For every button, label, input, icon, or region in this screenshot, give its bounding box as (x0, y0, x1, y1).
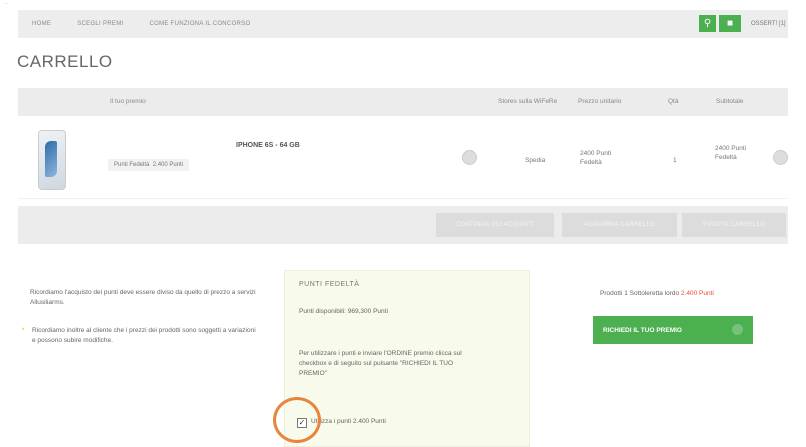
points-value: 2.400 Punti (152, 162, 184, 168)
shipping-cell: Spedia (525, 157, 546, 164)
header-qty: Qtà (668, 98, 679, 105)
header-subtotal: Subtotale (716, 98, 744, 105)
search-icon: ⚲ (703, 18, 712, 29)
remove-item-icon[interactable] (773, 150, 788, 165)
total-value: 2.400 Punti (680, 290, 714, 297)
cart-notes: Ricordiamo l'acquisto dei punti deve ess… (22, 288, 260, 346)
qty-cell[interactable]: 1 (673, 156, 677, 165)
empty-cart-button[interactable]: SVUOTA CARRELLO (682, 213, 786, 237)
note-first: Ricordiamo l'acquisto dei punti deve ess… (30, 289, 256, 306)
warning-icon: * (22, 327, 25, 334)
page-title: CARRELLO (17, 52, 113, 71)
request-prize-label: RICHIEDI IL TUO PREMIO (603, 326, 682, 334)
header-product: Il tuo premio (110, 98, 146, 105)
product-name[interactable]: IPHONE 6S - 64 GB (236, 142, 300, 149)
cart-actions-bar: CONTINUA GLI ACQUISTI AGGIORNA CARRELLO … (18, 206, 788, 244)
main-nav: HOME SCEGLI PREMI COME FUNZIONA IL CONCO… (32, 10, 250, 38)
search-button[interactable]: ⚲ (699, 15, 716, 32)
note-second-wrap: * Ricordiamo inoltre al cliente che i pr… (22, 326, 260, 346)
request-prize-button[interactable]: RICHIEDI IL TUO PREMIO (593, 316, 753, 344)
points-label: Punti Fedeltà (114, 162, 150, 168)
nav-scegli-premi[interactable]: SCEGLI PREMI (77, 21, 123, 27)
chevron-right-icon (732, 324, 743, 335)
unit-price-cell: 2400 Punti Fedeltà (580, 150, 612, 166)
product-image[interactable] (38, 130, 66, 190)
total-label: Prodotti 1 Sottoleretta lordo (600, 290, 680, 297)
table-row: IPHONE 6S - 64 GB Punti Fedeltà 2.400 Pu… (18, 118, 788, 199)
points-instruction: Per utilizzare i punti e inviare l'ORDIN… (299, 350, 462, 377)
edit-item-icon[interactable] (462, 150, 477, 165)
update-cart-button[interactable]: AGGIORNA CARRELLO (562, 213, 677, 237)
top-navigation-bar: HOME SCEGLI PREMI COME FUNZIONA IL CONCO… (18, 10, 788, 38)
highlight-circle (273, 397, 321, 443)
subtotal-cell: 2400 Punti Fedeltà (715, 145, 747, 161)
note-second: Ricordiamo inoltre al cliente che i prez… (32, 327, 256, 344)
top-meta-text: ... (4, 0, 9, 6)
header-unit-price: Prezzo unitario (578, 98, 622, 105)
continue-shopping-button[interactable]: CONTINUA GLI ACQUISTI (436, 213, 554, 237)
points-panel-title: PUNTI FEDELTÀ (299, 281, 360, 288)
cart-total: Prodotti 1 Sottoleretta lordo 2.400 Punt… (600, 290, 714, 297)
nav-home[interactable]: HOME (32, 21, 51, 27)
cart-button[interactable]: ■ (719, 15, 741, 32)
points-available: Punti disponibili: 969,300 Punti (299, 308, 388, 315)
use-points-label[interactable]: Utilizza i punti 2.400 Punti (311, 417, 386, 427)
header-stores: Stores sulla WiFeRe (498, 98, 558, 105)
cart-table-header: Il tuo premio Stores sulla WiFeRe Prezzo… (18, 88, 788, 116)
user-account-link[interactable]: OSSERT! [1] (751, 10, 786, 38)
cart-icon: ■ (726, 18, 734, 29)
product-points-badge: Punti Fedeltà 2.400 Punti (108, 159, 190, 171)
nav-come-funziona[interactable]: COME FUNZIONA IL CONCORSO (149, 21, 250, 27)
